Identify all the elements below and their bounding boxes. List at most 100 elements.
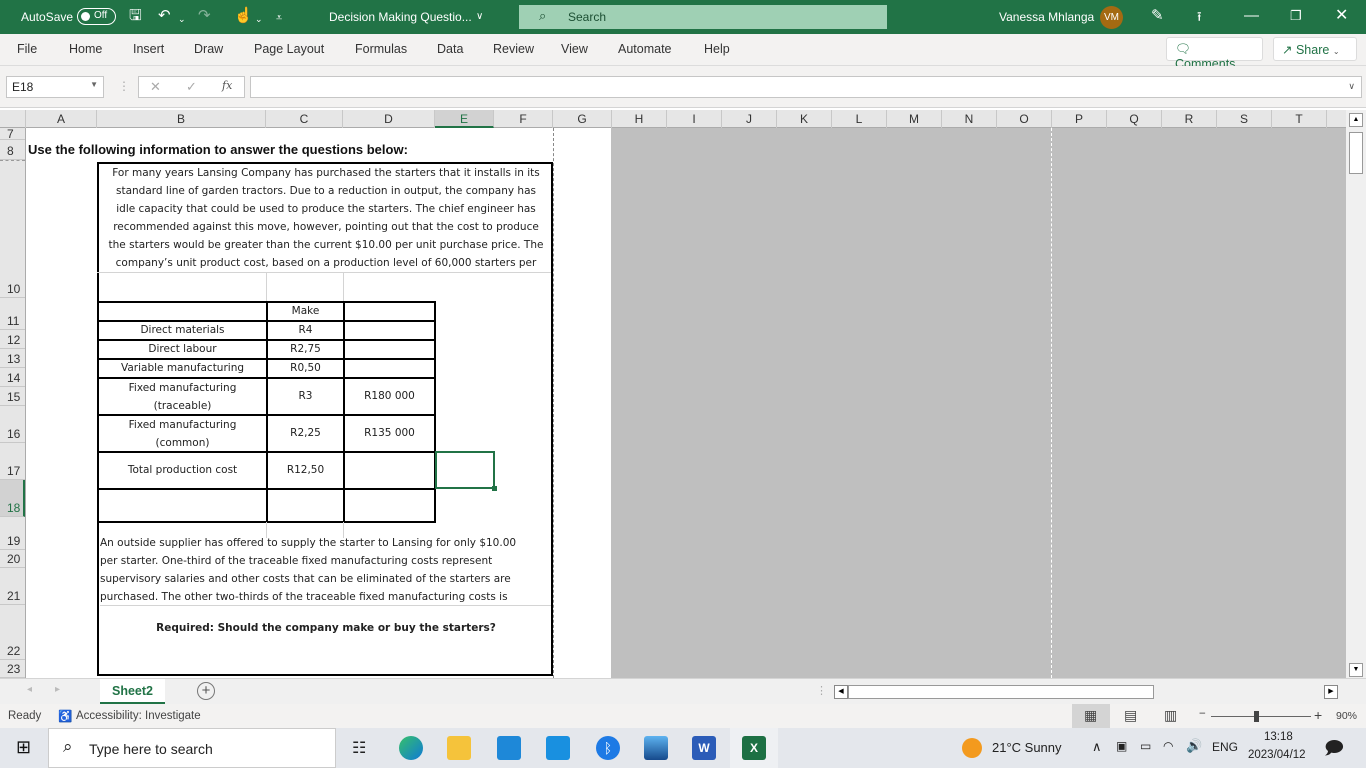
- zoom-in-icon[interactable]: +: [1314, 707, 1322, 723]
- document-title[interactable]: Decision Making Questio...: [329, 10, 472, 24]
- column-header-k[interactable]: K: [777, 110, 832, 128]
- file-explorer-icon[interactable]: [447, 736, 471, 760]
- table-header-make[interactable]: Make: [266, 301, 345, 322]
- scroll-up-icon[interactable]: ▲: [1349, 113, 1363, 127]
- user-name[interactable]: Vanessa Mhlanga: [999, 10, 1094, 24]
- edge-icon[interactable]: [399, 736, 423, 760]
- scroll-down-icon[interactable]: ▼: [1349, 663, 1363, 677]
- weather-text[interactable]: 21°C Sunny: [992, 740, 1062, 755]
- more-options-icon[interactable]: ⋮: [118, 79, 130, 93]
- table-row-total[interactable]: [343, 320, 436, 341]
- enter-icon[interactable]: ✓: [186, 79, 197, 95]
- table-row-label[interactable]: Total production cost: [97, 451, 268, 490]
- customize-qat-icon[interactable]: ⩡: [276, 9, 282, 27]
- excel-taskbar-button[interactable]: X: [730, 728, 778, 768]
- tab-draw[interactable]: Draw: [194, 42, 223, 56]
- close-icon[interactable]: ✕: [1335, 7, 1348, 25]
- task-view-icon[interactable]: ☷: [352, 738, 366, 758]
- prev-sheet-icon[interactable]: ◂: [27, 684, 32, 695]
- autosave-toggle[interactable]: Off: [77, 8, 116, 25]
- row-header-19[interactable]: 19: [0, 517, 25, 550]
- zoom-out-icon[interactable]: −: [1199, 708, 1206, 720]
- tab-home[interactable]: Home: [69, 42, 102, 56]
- table-row-total[interactable]: [343, 339, 436, 360]
- share-dropdown-icon[interactable]: ⌄: [1333, 47, 1340, 56]
- table-row-label[interactable]: Direct materials: [97, 320, 268, 341]
- column-header-n[interactable]: N: [942, 110, 997, 128]
- table-row-make[interactable]: R3: [266, 377, 345, 416]
- split-handle-icon[interactable]: ⋮: [816, 684, 827, 697]
- tab-help[interactable]: Help: [704, 42, 730, 56]
- fill-handle[interactable]: [492, 486, 497, 491]
- show-hidden-icons-icon[interactable]: ∧: [1092, 739, 1102, 755]
- minimize-icon[interactable]: —: [1244, 7, 1259, 25]
- table-row-label[interactable]: Variable manufacturing: [97, 358, 268, 379]
- select-all-corner[interactable]: [0, 110, 26, 128]
- tab-file[interactable]: File: [17, 42, 37, 56]
- column-header-b[interactable]: B: [97, 110, 266, 128]
- avatar[interactable]: VM: [1100, 6, 1123, 29]
- zoom-slider-thumb[interactable]: [1254, 711, 1259, 722]
- table-row-make[interactable]: [266, 488, 345, 523]
- column-header-r[interactable]: R: [1162, 110, 1217, 128]
- zoom-level[interactable]: 90%: [1336, 710, 1357, 722]
- normal-view-button[interactable]: ▦: [1072, 704, 1110, 728]
- horizontal-scroll-thumb[interactable]: [848, 685, 1154, 699]
- table-row-label[interactable]: [97, 488, 268, 523]
- clock-time[interactable]: 13:18: [1264, 731, 1293, 743]
- restore-icon[interactable]: ❐: [1290, 7, 1302, 25]
- column-header-p[interactable]: P: [1052, 110, 1107, 128]
- calendar-icon[interactable]: [546, 736, 570, 760]
- column-header-g[interactable]: G: [553, 110, 612, 128]
- tab-insert[interactable]: Insert: [133, 42, 164, 56]
- name-box-dropdown-icon[interactable]: ▼: [90, 80, 98, 89]
- table-row-total[interactable]: R135 000: [343, 414, 436, 453]
- ribbon-display-icon[interactable]: ⭱: [1197, 8, 1202, 26]
- row-header-23[interactable]: 23: [0, 660, 25, 678]
- table-row-make[interactable]: R0,50: [266, 358, 345, 379]
- title-dropdown-icon[interactable]: ∨: [476, 11, 483, 22]
- table-row-label[interactable]: Fixed manufacturing (common): [97, 414, 268, 453]
- redo-icon[interactable]: ↷: [198, 7, 211, 25]
- table-row-total[interactable]: [343, 488, 436, 523]
- tab-data[interactable]: Data: [437, 42, 463, 56]
- row-header-22[interactable]: 22: [0, 605, 25, 660]
- table-header-label[interactable]: [97, 301, 268, 322]
- column-header-t[interactable]: T: [1272, 110, 1327, 128]
- name-box[interactable]: E18 ▼: [6, 76, 104, 98]
- column-header-d[interactable]: D: [343, 110, 435, 128]
- camera-icon[interactable]: ▣: [1116, 739, 1127, 753]
- column-header-h[interactable]: H: [612, 110, 667, 128]
- undo-icon[interactable]: ↶: [158, 7, 171, 25]
- scroll-left-icon[interactable]: ◀: [834, 685, 848, 699]
- sheet-tab-sheet2[interactable]: Sheet2: [100, 679, 165, 704]
- search-box[interactable]: ⌕ Search: [519, 5, 887, 29]
- bluetooth-icon[interactable]: ᛒ: [596, 736, 620, 760]
- column-header-m[interactable]: M: [887, 110, 942, 128]
- column-header-c[interactable]: C: [266, 110, 343, 128]
- vertical-scroll-thumb[interactable]: [1349, 132, 1363, 174]
- column-header-l[interactable]: L: [832, 110, 887, 128]
- row-header-12[interactable]: 12: [0, 330, 25, 349]
- photos-icon[interactable]: [644, 736, 668, 760]
- formula-input[interactable]: ∨: [250, 76, 1362, 98]
- tab-review[interactable]: Review: [493, 42, 534, 56]
- wifi-icon[interactable]: ◠: [1163, 739, 1173, 753]
- table-header-total[interactable]: [343, 301, 436, 322]
- tab-automate[interactable]: Automate: [618, 42, 672, 56]
- language-indicator[interactable]: ENG: [1212, 740, 1238, 754]
- share-button[interactable]: ↗ Share ⌄: [1273, 37, 1357, 61]
- selected-cell-e18[interactable]: [435, 451, 497, 491]
- table-row-total[interactable]: R180 000: [343, 377, 436, 416]
- worksheet-grid[interactable]: Use the following information to answer …: [26, 128, 1346, 678]
- row-header-7[interactable]: 7: [0, 127, 25, 141]
- table-row-make[interactable]: R4: [266, 320, 345, 341]
- table-row-make[interactable]: R12,50: [266, 451, 345, 490]
- row-header-8[interactable]: 8: [0, 140, 25, 160]
- zoom-slider[interactable]: [1211, 716, 1311, 717]
- row-header-16[interactable]: 16: [0, 406, 25, 443]
- taskbar-search[interactable]: ⌕ Type here to search: [48, 728, 336, 768]
- table-row-total[interactable]: [343, 358, 436, 379]
- add-sheet-icon[interactable]: +: [197, 682, 215, 700]
- page-break-preview-icon[interactable]: ▥: [1164, 707, 1177, 724]
